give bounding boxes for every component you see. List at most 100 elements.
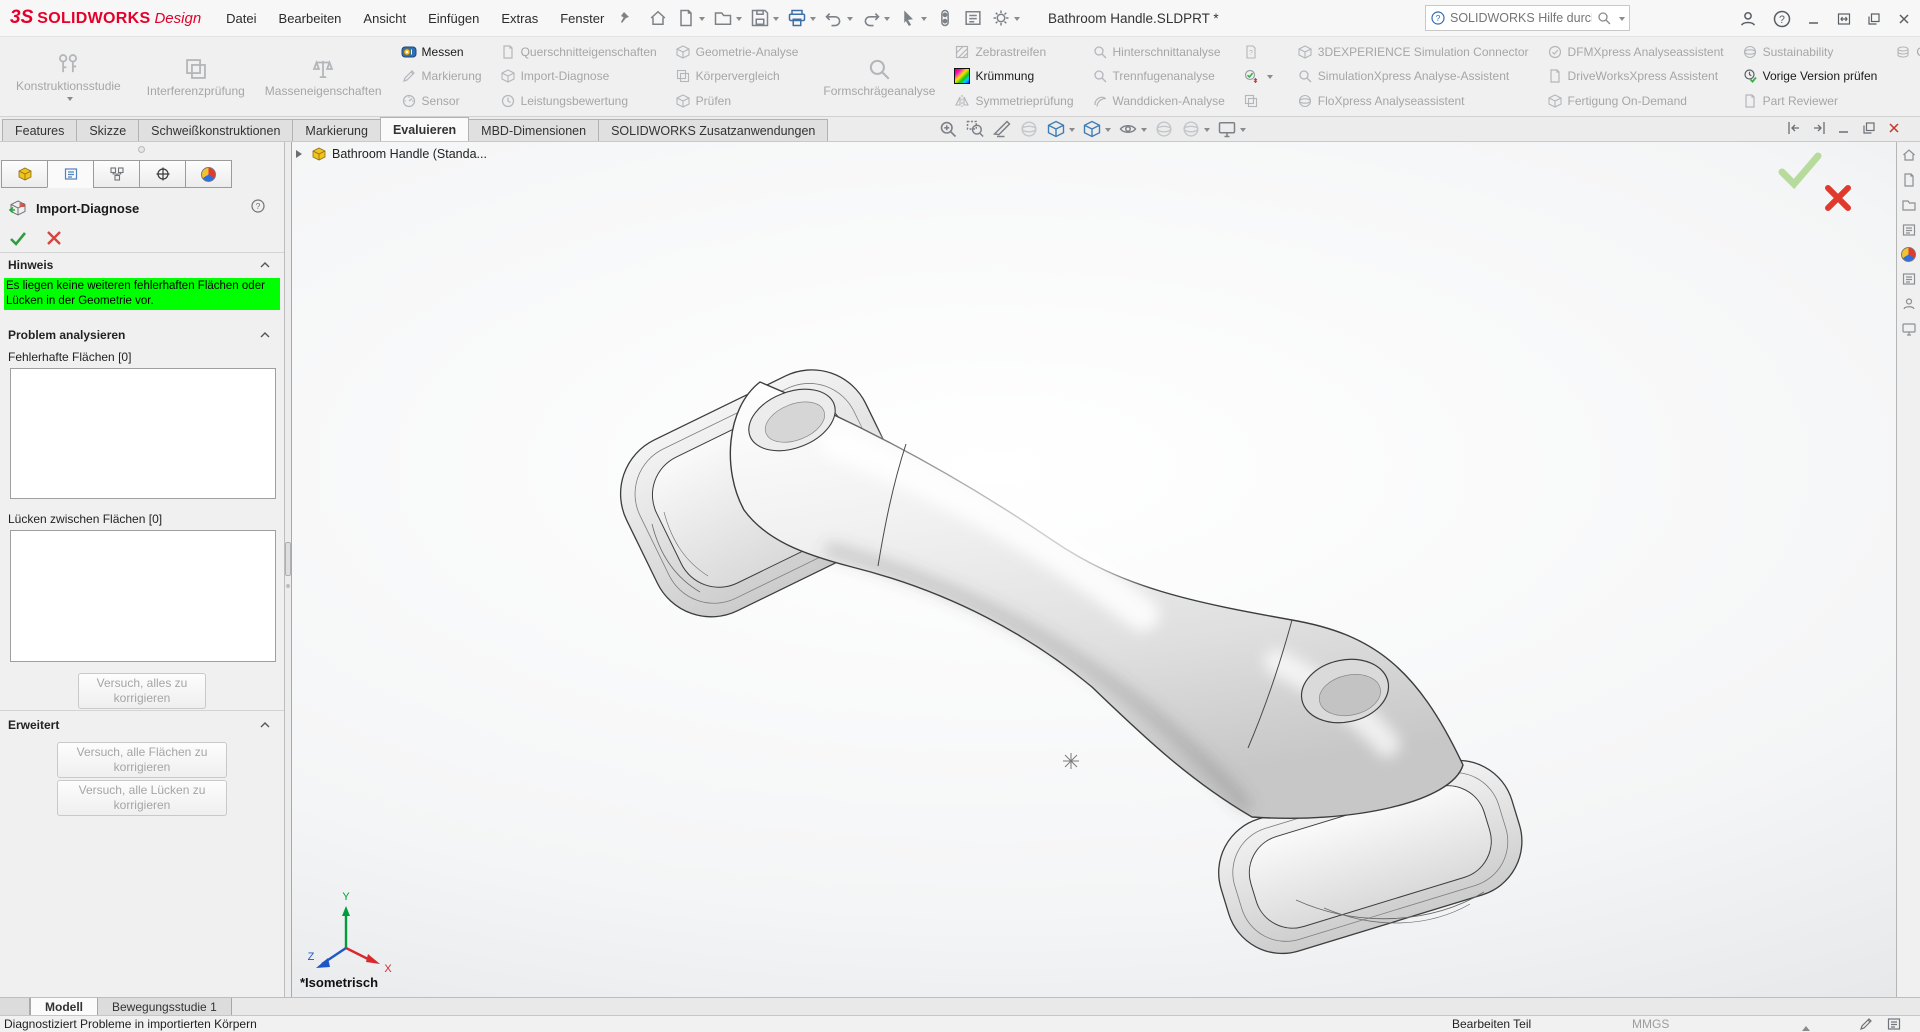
apply-scene-icon[interactable] (1181, 119, 1210, 139)
splitter-grip[interactable] (285, 542, 291, 576)
menu-fenster[interactable]: Fenster (549, 5, 615, 32)
ribbon-item-interferenzpruefung[interactable]: Interferenzprüfung (137, 39, 255, 114)
file-properties-button[interactable] (960, 5, 986, 31)
tab-configurationmanager[interactable] (93, 160, 140, 188)
attempt-heal-all-button[interactable]: Versuch, alles zu korrigieren (78, 673, 206, 709)
help-search-box[interactable] (1425, 5, 1630, 31)
collapse-chevron-icon[interactable] (260, 332, 270, 338)
collapse-pane-left-icon[interactable] (1786, 120, 1802, 139)
panel-splitter-handle[interactable] (138, 146, 145, 153)
tab-bewegungsstudie-1[interactable]: Bewegungsstudie 1 (98, 998, 232, 1015)
ribbon-item-konstruktionsstudie[interactable]: Konstruktionsstudie (6, 39, 131, 114)
attempt-heal-faces-button[interactable]: Versuch, alle Flächen zu korrigieren (57, 742, 227, 778)
close-button[interactable] (1896, 11, 1912, 27)
save-button[interactable] (747, 5, 782, 31)
search-icon[interactable] (1596, 10, 1612, 26)
ribbon-item-kruemmung[interactable]: Krümmung (954, 64, 1073, 88)
sensor-status-icon-button[interactable] (1243, 64, 1273, 88)
tab-evaluieren[interactable]: Evaluieren (380, 117, 469, 141)
collapse-pane-right-icon[interactable] (1811, 120, 1827, 139)
ribbon-item-masseneigenschaften[interactable]: Masseneigenschaften (255, 39, 392, 114)
ribbon-item-sustainability[interactable]: Sustainability (1742, 40, 1878, 64)
compare-document-icon-button[interactable] (1243, 40, 1273, 64)
cancel-x-icon[interactable] (44, 228, 64, 248)
panel-splitter[interactable] (284, 142, 292, 997)
confirm-cancel-icon[interactable] (1828, 188, 1848, 208)
custom-properties-icon[interactable] (1901, 271, 1917, 287)
rebuild-button[interactable] (932, 5, 958, 31)
ribbon-item-simulationxpress[interactable]: SimulationXpress Analyse-Assistent (1297, 64, 1529, 88)
previous-view-icon[interactable] (1019, 119, 1039, 139)
sheet-icon[interactable] (1886, 1016, 1902, 1032)
attempt-heal-gaps-button[interactable]: Versuch, alle Lücken zu korrigieren (57, 780, 227, 816)
compare-bodies-icon-button[interactable] (1243, 89, 1273, 113)
ribbon-item-geometrie-analyse[interactable]: Geometrie-Analyse (675, 40, 799, 64)
options-button[interactable] (988, 5, 1023, 31)
section-view-icon[interactable] (992, 119, 1012, 139)
display-style-icon[interactable] (1082, 119, 1111, 139)
section-problem-analysieren[interactable]: Problem analysieren (8, 328, 125, 342)
ribbon-item-trennfugenanalyse[interactable]: Trennfugenanalyse (1092, 64, 1225, 88)
tab-modell[interactable]: Modell (30, 998, 98, 1015)
ribbon-item-symmetriepruefung[interactable]: Symmetrieprüfung (954, 89, 1073, 113)
graphics-viewport[interactable]: Bathroom Handle (Standa... Y X Z *Isomet… (292, 142, 1896, 997)
menu-extras[interactable]: Extras (490, 5, 549, 32)
design-library-icon[interactable] (1901, 172, 1917, 188)
ribbon-item-costing[interactable]: Costing (1895, 40, 1920, 64)
zoom-fit-icon[interactable] (938, 119, 958, 139)
restore-button[interactable] (1866, 11, 1882, 27)
units-label[interactable]: MMGS (1632, 1017, 1669, 1031)
tab-schweisskonstruktionen[interactable]: Schweißkonstruktionen (138, 119, 293, 141)
pin-menu-icon[interactable] (615, 10, 631, 26)
forum-icon[interactable] (1901, 296, 1917, 312)
ribbon-item-zebrastreifen[interactable]: Zebrastreifen (954, 40, 1073, 64)
ribbon-item-vorige-version-pruefen[interactable]: Vorige Version prüfen (1742, 64, 1878, 88)
ribbon-item-dfmxpress[interactable]: DFMXpress Analyseassistent (1547, 40, 1724, 64)
confirm-ok-icon[interactable] (1782, 156, 1818, 184)
doc-close-icon[interactable] (1886, 120, 1902, 139)
ribbon-item-formschraegeanalyse[interactable]: Formschrägeanalyse (813, 39, 945, 114)
tab-mbd-dimensionen[interactable]: MBD-Dimensionen (468, 119, 599, 141)
ribbon-item-messen[interactable]: Messen (401, 40, 482, 64)
collapse-chevron-icon[interactable] (260, 262, 270, 268)
ribbon-item-querschnitteigenschaften[interactable]: Querschnitteigenschaften (500, 40, 657, 64)
home-button[interactable] (645, 5, 671, 31)
minimize-button[interactable] (1806, 11, 1822, 27)
view-palette-icon[interactable] (1901, 222, 1917, 238)
flyout-tree-arrow-icon[interactable] (296, 150, 306, 158)
ribbon-item-leistungsbewertung[interactable]: Leistungsbewertung (500, 89, 657, 113)
tab-displaymanager[interactable] (185, 160, 232, 188)
panel-help-icon[interactable] (250, 198, 266, 217)
open-button[interactable] (710, 5, 745, 31)
ribbon-item-fertigung-on-demand[interactable]: Fertigung On-Demand (1547, 89, 1724, 113)
ribbon-item-floxpress[interactable]: FloXpress Analyseassistent (1297, 89, 1529, 113)
edit-appearance-icon[interactable] (1154, 119, 1174, 139)
ribbon-item-markierung[interactable]: Markierung (401, 64, 482, 88)
gaps-listbox[interactable] (10, 530, 276, 662)
ribbon-item-pruefen[interactable]: Prüfen (675, 89, 799, 113)
status-expand-caret[interactable] (1802, 1022, 1810, 1031)
menu-bearbeiten[interactable]: Bearbeiten (268, 5, 353, 32)
redo-button[interactable] (858, 5, 893, 31)
expand-panes-button[interactable] (1836, 11, 1852, 27)
zoom-area-icon[interactable] (965, 119, 985, 139)
new-document-button[interactable] (673, 5, 708, 31)
search-input[interactable] (1450, 11, 1592, 25)
account-button[interactable] (1738, 9, 1758, 29)
tab-dimxpertmanager[interactable] (139, 160, 186, 188)
print-button[interactable] (784, 5, 819, 31)
screen-capture-icon[interactable] (1901, 321, 1917, 337)
tab-markierung[interactable]: Markierung (292, 119, 381, 141)
doc-minimize-icon[interactable] (1836, 120, 1852, 139)
menu-datei[interactable]: Datei (215, 5, 267, 32)
tab-skizze[interactable]: Skizze (76, 119, 139, 141)
ribbon-item-3dexperience-simulation-connector[interactable]: 3DEXPERIENCE Simulation Connector (1297, 40, 1529, 64)
tags-icon[interactable] (1858, 1016, 1874, 1032)
select-button[interactable] (895, 5, 930, 31)
section-hinweis[interactable]: Hinweis (8, 258, 53, 272)
search-scope-caret[interactable] (1619, 17, 1625, 24)
hide-show-items-icon[interactable] (1118, 119, 1147, 139)
ok-check-icon[interactable] (8, 228, 28, 248)
breadcrumb[interactable]: Bathroom Handle (Standa... (296, 146, 487, 162)
collapse-chevron-icon[interactable] (260, 722, 270, 728)
